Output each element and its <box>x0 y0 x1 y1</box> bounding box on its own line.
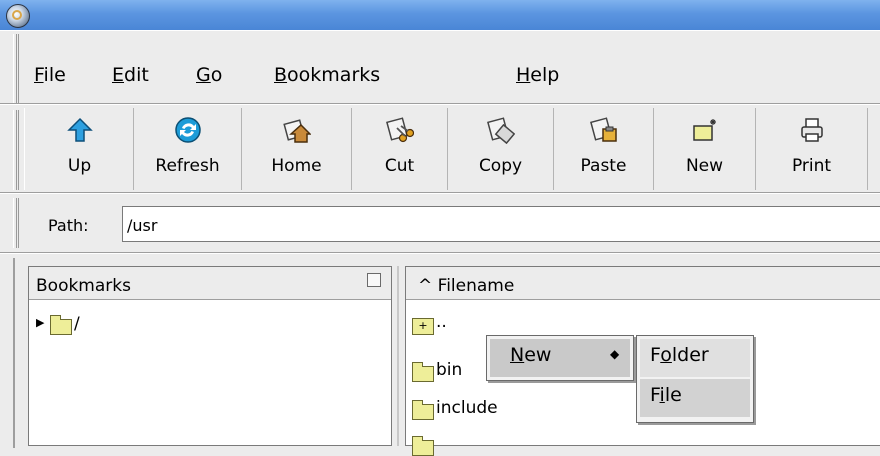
copy-icon <box>486 117 515 144</box>
bookmarks-title: Bookmarks <box>36 276 131 296</box>
pane-maximize-icon[interactable] <box>367 273 381 287</box>
toolbar-cut-button[interactable]: Cut <box>352 108 448 190</box>
toolbar-home-button[interactable]: Home <box>242 108 352 190</box>
menubar-grip[interactable] <box>13 34 19 104</box>
toolbar-print-label: Print <box>791 156 832 176</box>
toolbar-home-label: Home <box>271 156 322 176</box>
toolbar-new-label: New <box>685 156 724 176</box>
toolbar-new-button[interactable]: New <box>654 108 756 190</box>
toolbar-refresh-button[interactable]: Refresh <box>134 108 242 190</box>
toolbar-grip[interactable] <box>13 110 19 190</box>
parent-folder-icon: + <box>412 318 434 335</box>
up-arrow-icon <box>66 117 93 142</box>
menu-go[interactable]: Go <box>196 64 222 86</box>
submenu-arrow-icon: ◆ <box>610 347 620 361</box>
path-label: Path: <box>48 216 89 235</box>
folder-icon <box>50 315 72 335</box>
pathbar-grip[interactable] <box>13 198 19 248</box>
cut-icon <box>385 117 414 143</box>
bookmark-root-label[interactable]: / <box>74 314 80 334</box>
new-folder-icon <box>692 119 716 141</box>
toolbar-paste-button[interactable]: Paste <box>554 108 654 190</box>
file-row-label[interactable]: bin <box>436 360 462 380</box>
pathbar-divider <box>0 252 880 254</box>
print-icon <box>800 118 823 142</box>
menu-edit[interactable]: Edit <box>112 64 149 86</box>
folder-icon <box>412 362 434 382</box>
path-input[interactable] <box>122 206 880 242</box>
menu-file[interactable]: File <box>34 64 66 86</box>
file-row-label[interactable]: .. <box>436 312 447 332</box>
toolbar-up-button[interactable]: Up <box>26 108 134 190</box>
toolbar-refresh-label: Refresh <box>155 156 220 176</box>
context-menu-new-label[interactable]: New <box>510 344 551 366</box>
menubar-divider <box>0 103 880 105</box>
file-row-label[interactable]: include <box>436 398 498 418</box>
toolbar-up-label: Up <box>67 156 92 176</box>
pane-splitter[interactable] <box>397 266 399 446</box>
home-icon <box>282 119 311 143</box>
refresh-icon <box>174 117 201 143</box>
submenu-folder-label[interactable]: Folder <box>650 344 709 366</box>
toolbar-print-button[interactable]: Print <box>756 108 868 190</box>
menu-bookmarks[interactable]: Bookmarks <box>274 64 380 86</box>
folder-icon <box>412 436 434 456</box>
path-input-value[interactable]: /usr <box>127 216 157 235</box>
toolbar-divider <box>0 192 880 194</box>
toolbar-cut-label: Cut <box>384 156 415 176</box>
toolbar-paste-label: Paste <box>580 156 627 176</box>
menu-help[interactable]: Help <box>516 64 559 86</box>
app-orb-icon[interactable] <box>6 4 30 28</box>
tree-expand-arrow-icon[interactable]: ▶ <box>36 316 44 329</box>
paste-icon <box>589 117 617 142</box>
title-bar[interactable] <box>0 0 880 31</box>
folder-icon <box>412 400 434 420</box>
toolbar-copy-button[interactable]: Copy <box>448 108 554 190</box>
toolbar-copy-label: Copy <box>478 156 523 176</box>
filename-column-label: ^ Filename <box>418 276 515 296</box>
submenu-file-label[interactable]: File <box>650 384 682 406</box>
